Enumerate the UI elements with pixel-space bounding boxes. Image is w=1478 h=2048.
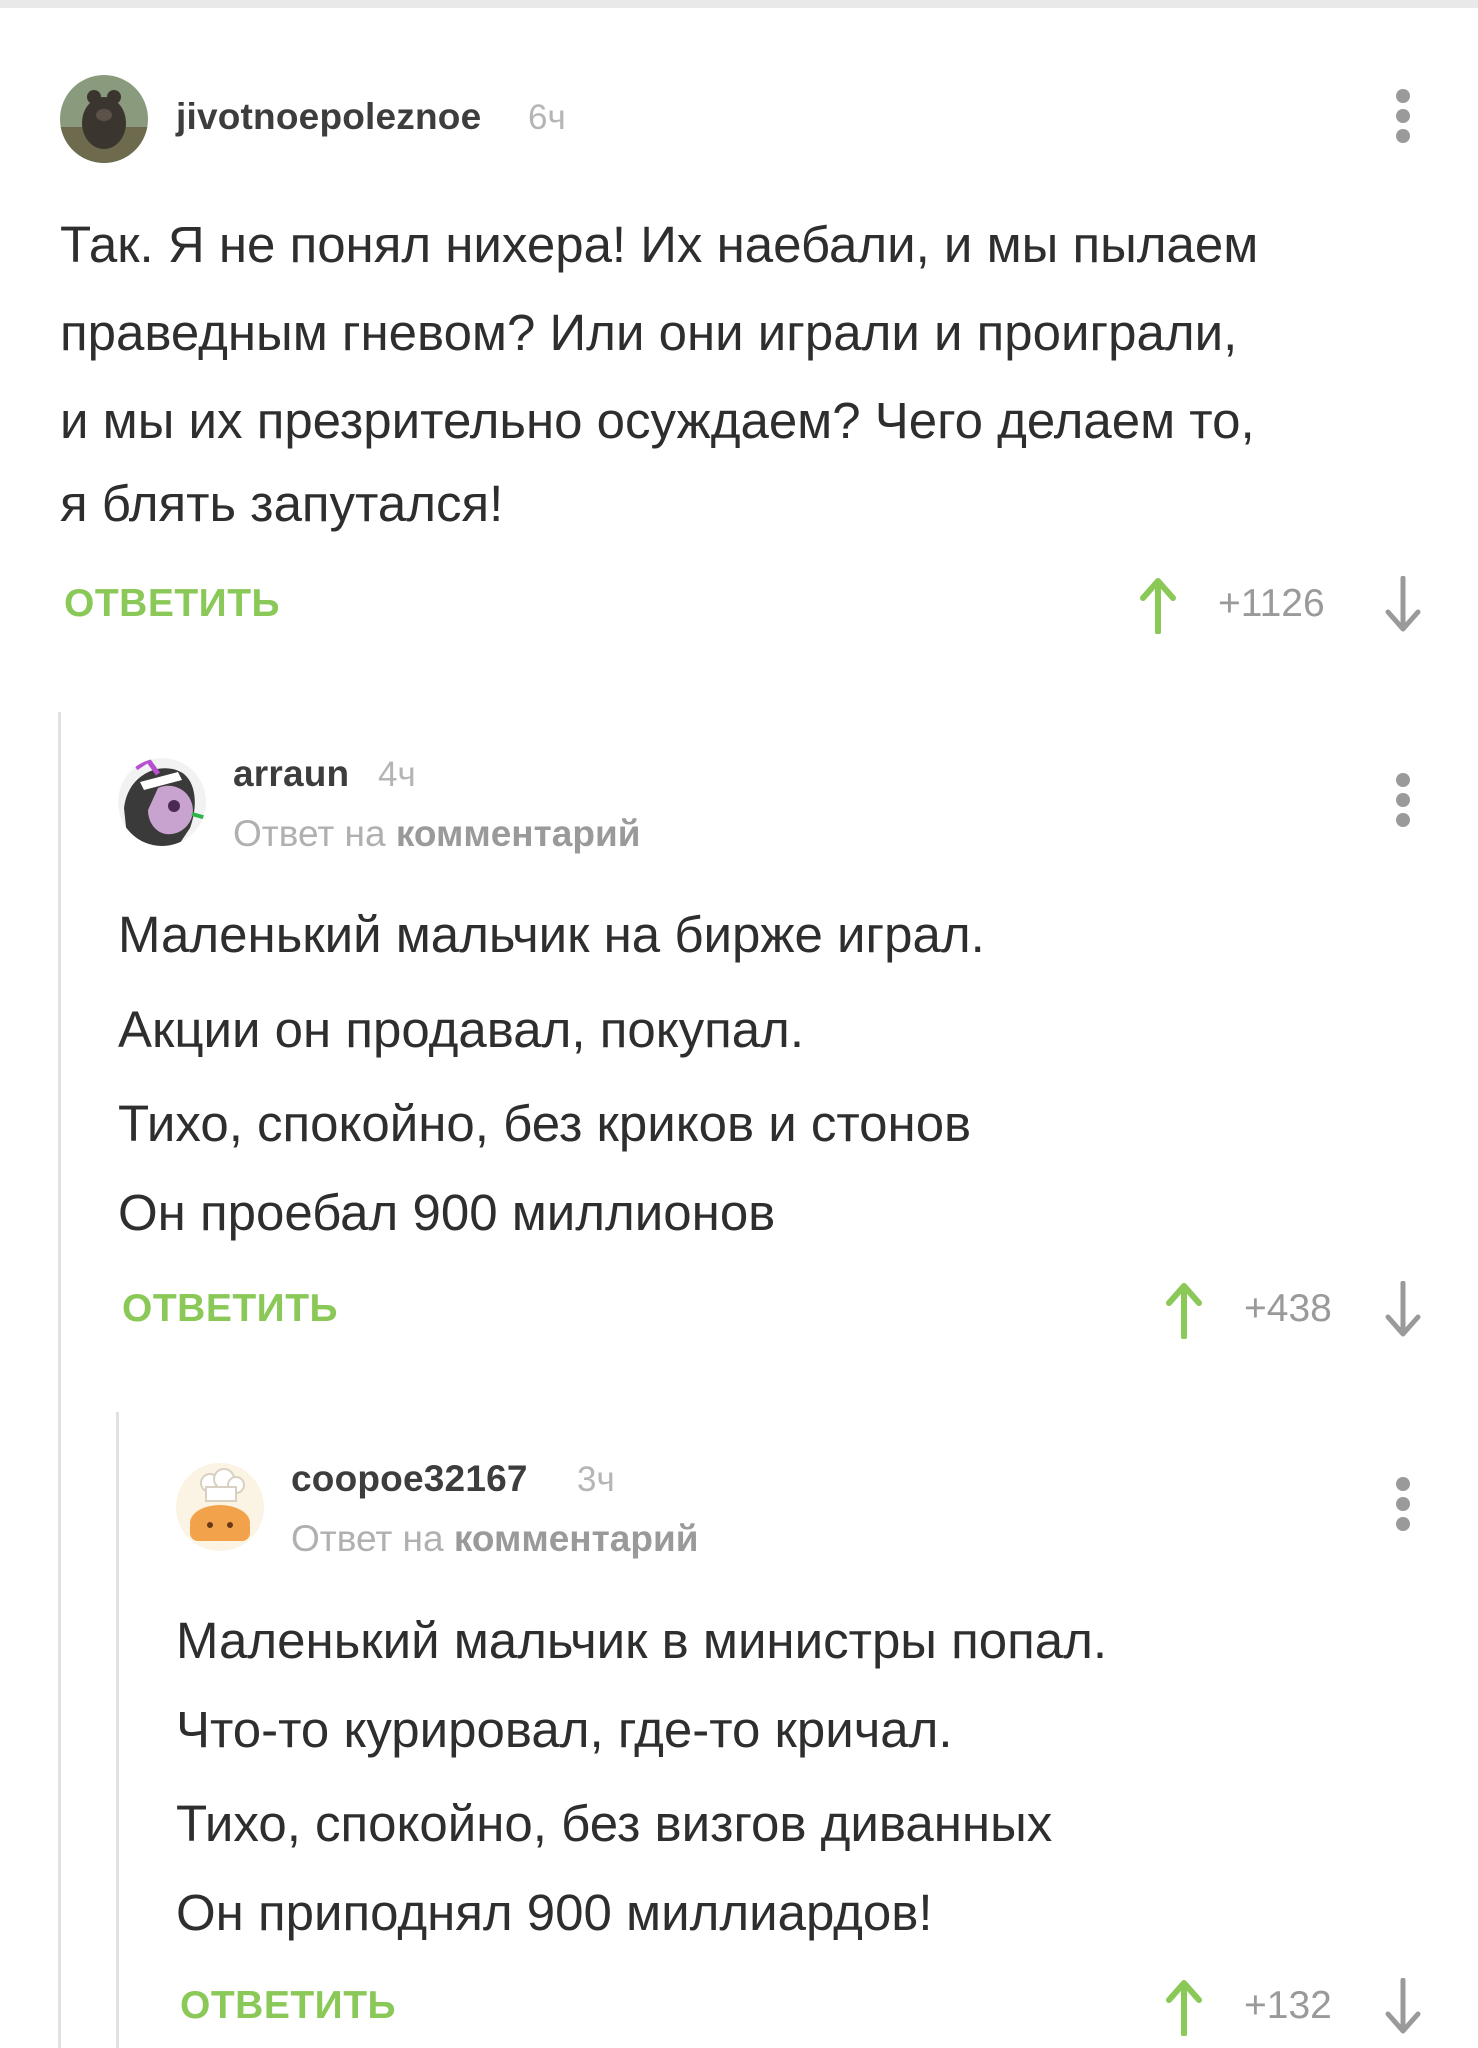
comment-text-line: я блять запутался! [60,475,504,532]
comment-rating: +1126 [1218,582,1325,625]
comment-rating: +438 [1244,1287,1332,1330]
comment-text-line: Что-то курировал, где-то кричал. [176,1701,953,1758]
comment-text-line: Маленький мальчик на бирже играл. [118,906,985,963]
comment-text-line: Тихо, спокойно, без криков и стонов [118,1095,972,1152]
comment-text-line: Так. Я не понял нихера! Их наебали, и мы… [60,216,1259,273]
more-options-icon[interactable] [1393,1474,1413,1534]
comment-author[interactable]: arraun [233,753,349,795]
comment-text-line: Он проебал 900 миллионов [118,1184,776,1241]
comment-text-line: Он приподнял 900 миллиардов! [176,1884,933,1941]
chef-avatar-icon[interactable] [176,1463,264,1551]
reply-button[interactable]: ОТВЕТИТЬ [64,582,280,626]
upvote-arrow-icon[interactable] [1164,1978,1204,2036]
thread-line [58,712,61,2048]
upvote-arrow-icon[interactable] [1138,576,1178,634]
top-edge-bar [0,0,1478,8]
reply-to-prefix: Ответ на [291,1518,444,1559]
upvote-arrow-icon[interactable] [1164,1281,1204,1339]
comment-rating: +132 [1244,1984,1332,2027]
reply-to-prefix: Ответ на [233,813,386,854]
more-options-icon[interactable] [1393,86,1413,146]
comment-time: 4ч [378,755,416,794]
bear-avatar-icon[interactable] [60,75,148,163]
pony-avatar-icon[interactable] [118,758,206,846]
reply-to-link[interactable]: комментарий [396,813,641,854]
comment-author[interactable]: jivotnoepoleznoe [176,96,481,138]
comment-text-line: Маленький мальчик в министры попал. [176,1612,1108,1669]
thread-line [116,1412,119,2048]
reply-button[interactable]: ОТВЕТИТЬ [180,1984,396,2028]
comment-text-line: Тихо, спокойно, без визгов диванных [176,1795,1053,1852]
downvote-arrow-icon[interactable] [1383,1281,1423,1339]
comment-time: 3ч [577,1460,615,1499]
reply-to-label[interactable]: Ответ на комментарий [291,1518,698,1560]
comment-text-line: праведным гневом? Или они играли и проиг… [60,304,1238,361]
comment-text-line: Акции он продавал, покупал. [118,1001,804,1058]
reply-button[interactable]: ОТВЕТИТЬ [122,1287,338,1331]
comment-time: 6ч [528,98,566,137]
comment-author[interactable]: coopoe32167 [291,1458,528,1500]
reply-to-link[interactable]: комментарий [454,1518,699,1559]
reply-to-label[interactable]: Ответ на комментарий [233,813,640,855]
comment-text-line: и мы их презрительно осуждаем? Чего дела… [60,392,1255,449]
downvote-arrow-icon[interactable] [1383,1978,1423,2036]
downvote-arrow-icon[interactable] [1383,576,1423,634]
more-options-icon[interactable] [1393,770,1413,830]
